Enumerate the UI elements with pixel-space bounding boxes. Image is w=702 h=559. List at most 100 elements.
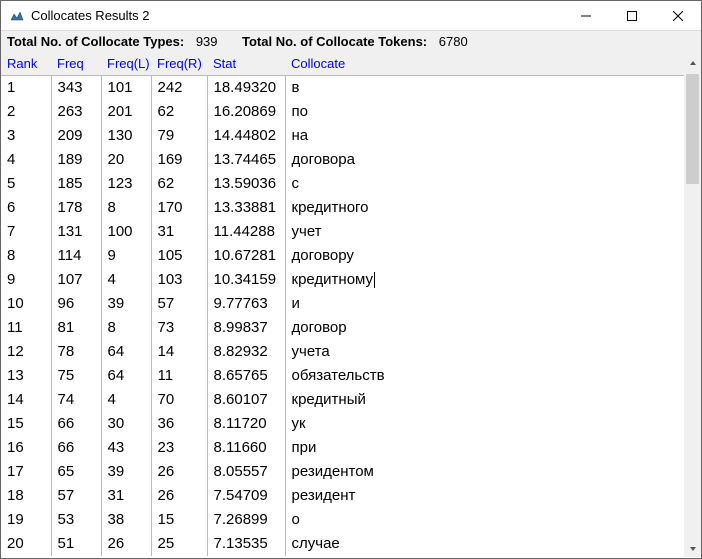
cell-collocate[interactable]: ук	[285, 412, 684, 436]
cell-freq[interactable]: 74	[51, 388, 101, 412]
cell-stat[interactable]: 7.54709	[207, 484, 285, 508]
cell-freq[interactable]: 57	[51, 484, 101, 508]
cell-freq[interactable]: 66	[51, 436, 101, 460]
cell-freq[interactable]: 209	[51, 124, 101, 148]
cell-stat[interactable]: 8.65765	[207, 364, 285, 388]
cell-stat[interactable]: 11.44288	[207, 220, 285, 244]
cell-freqr[interactable]: 79	[151, 124, 207, 148]
cell-freq[interactable]: 343	[51, 76, 101, 100]
cell-freql[interactable]: 38	[101, 508, 151, 532]
table-row[interactable]: 176539268.05557резидентом	[1, 460, 684, 484]
vertical-scrollbar[interactable]	[684, 54, 701, 557]
cell-stat[interactable]: 7.26899	[207, 508, 285, 532]
col-collocate[interactable]: Collocate	[285, 54, 684, 76]
table-row[interactable]: 195338157.26899о	[1, 508, 684, 532]
cell-freql[interactable]: 26	[101, 532, 151, 556]
cell-freq[interactable]: 81	[51, 316, 101, 340]
cell-stat[interactable]: 16.20869	[207, 100, 285, 124]
cell-freql[interactable]: 4	[101, 388, 151, 412]
close-button[interactable]	[655, 1, 701, 31]
cell-rank[interactable]: 12	[1, 340, 51, 364]
cell-collocate[interactable]: с	[285, 172, 684, 196]
cell-rank[interactable]: 16	[1, 436, 51, 460]
cell-freqr[interactable]: 25	[151, 532, 207, 556]
cell-freqr[interactable]: 62	[151, 100, 207, 124]
cell-freql[interactable]: 30	[101, 412, 151, 436]
scroll-down-icon[interactable]	[684, 540, 701, 557]
scroll-thumb[interactable]	[686, 74, 699, 184]
cell-freqr[interactable]: 57	[151, 292, 207, 316]
table-row[interactable]: 109639579.77763и	[1, 292, 684, 316]
cell-freq[interactable]: 178	[51, 196, 101, 220]
cell-freql[interactable]: 123	[101, 172, 151, 196]
cell-freql[interactable]: 31	[101, 484, 151, 508]
cell-stat[interactable]: 13.74465	[207, 148, 285, 172]
cell-stat[interactable]: 7.13535	[207, 532, 285, 556]
cell-collocate[interactable]: и	[285, 292, 684, 316]
cell-collocate[interactable]: договору	[285, 244, 684, 268]
cell-freq[interactable]: 51	[51, 532, 101, 556]
table-row[interactable]: 9107410310.34159кредитному	[1, 268, 684, 292]
minimize-button[interactable]	[563, 1, 609, 31]
cell-freqr[interactable]: 15	[151, 508, 207, 532]
cell-rank[interactable]: 7	[1, 220, 51, 244]
cell-stat[interactable]: 8.11660	[207, 436, 285, 460]
cell-freql[interactable]: 39	[101, 460, 151, 484]
cell-freq[interactable]: 131	[51, 220, 101, 244]
table-row[interactable]: 6178817013.33881кредитного	[1, 196, 684, 220]
cell-freq[interactable]: 185	[51, 172, 101, 196]
cell-collocate[interactable]: учет	[285, 220, 684, 244]
cell-freq[interactable]: 114	[51, 244, 101, 268]
cell-collocate[interactable]: о	[285, 508, 684, 532]
cell-freq[interactable]: 107	[51, 268, 101, 292]
cell-rank[interactable]: 10	[1, 292, 51, 316]
cell-freqr[interactable]: 11	[151, 364, 207, 388]
table-row[interactable]: 134310124218.49320в	[1, 76, 684, 100]
table-row[interactable]: 166643238.11660при	[1, 436, 684, 460]
cell-rank[interactable]: 8	[1, 244, 51, 268]
cell-freq[interactable]: 189	[51, 148, 101, 172]
cell-freq[interactable]: 263	[51, 100, 101, 124]
cell-collocate[interactable]: в	[285, 76, 684, 100]
cell-rank[interactable]: 6	[1, 196, 51, 220]
cell-freql[interactable]: 64	[101, 364, 151, 388]
col-freq[interactable]: Freq	[51, 54, 101, 76]
table-row[interactable]: 41892016913.74465договора	[1, 148, 684, 172]
cell-rank[interactable]: 18	[1, 484, 51, 508]
table-row[interactable]: 205126257.13535случае	[1, 532, 684, 556]
col-freql[interactable]: Freq(L)	[101, 54, 151, 76]
cell-stat[interactable]: 13.59036	[207, 172, 285, 196]
cell-collocate[interactable]: обязательств	[285, 364, 684, 388]
cell-stat[interactable]: 10.34159	[207, 268, 285, 292]
table-row[interactable]: 8114910510.67281договору	[1, 244, 684, 268]
cell-rank[interactable]: 3	[1, 124, 51, 148]
cell-stat[interactable]: 8.99837	[207, 316, 285, 340]
cell-freql[interactable]: 64	[101, 340, 151, 364]
table-row[interactable]: 11818738.99837договор	[1, 316, 684, 340]
table-row[interactable]: 185731267.54709резидент	[1, 484, 684, 508]
cell-stat[interactable]: 8.11720	[207, 412, 285, 436]
cell-freqr[interactable]: 170	[151, 196, 207, 220]
cell-freqr[interactable]: 31	[151, 220, 207, 244]
table-row[interactable]: 156630368.11720ук	[1, 412, 684, 436]
cell-freqr[interactable]: 23	[151, 436, 207, 460]
col-rank[interactable]: Rank	[1, 54, 51, 76]
cell-freqr[interactable]: 242	[151, 76, 207, 100]
cell-freqr[interactable]: 26	[151, 460, 207, 484]
cell-rank[interactable]: 17	[1, 460, 51, 484]
cell-stat[interactable]: 18.49320	[207, 76, 285, 100]
cell-collocate[interactable]: кредитного	[285, 196, 684, 220]
cell-freq[interactable]: 53	[51, 508, 101, 532]
cell-stat[interactable]: 13.33881	[207, 196, 285, 220]
cell-rank[interactable]: 15	[1, 412, 51, 436]
cell-collocate[interactable]: резидентом	[285, 460, 684, 484]
cell-freqr[interactable]: 105	[151, 244, 207, 268]
cell-stat[interactable]: 8.60107	[207, 388, 285, 412]
table-row[interactable]: 127864148.82932учета	[1, 340, 684, 364]
cell-freq[interactable]: 65	[51, 460, 101, 484]
cell-collocate[interactable]: при	[285, 436, 684, 460]
cell-freqr[interactable]: 169	[151, 148, 207, 172]
cell-freqr[interactable]: 70	[151, 388, 207, 412]
cell-freql[interactable]: 9	[101, 244, 151, 268]
cell-freq[interactable]: 96	[51, 292, 101, 316]
